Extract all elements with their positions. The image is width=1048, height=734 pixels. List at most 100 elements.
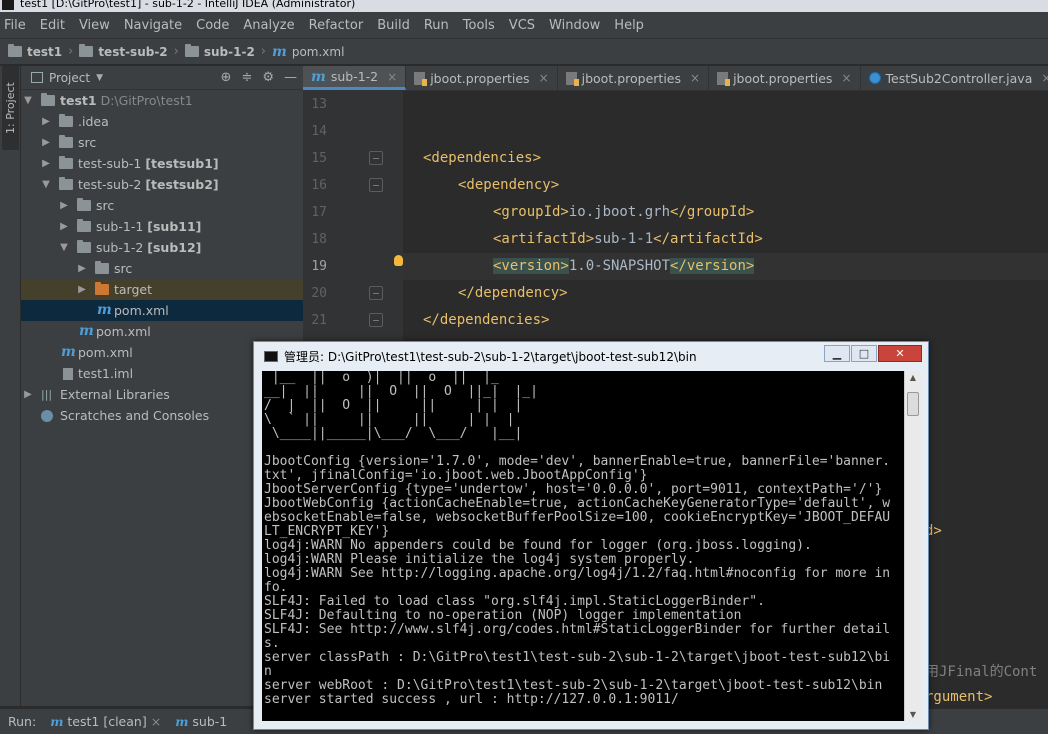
breadcrumb-test1[interactable]: test1 (8, 44, 62, 59)
tab-testsub2controller[interactable]: TestSub2Controller.java × (861, 66, 1048, 90)
fold-marker-icon[interactable] (369, 178, 383, 192)
collapsed-arrow-icon[interactable]: ▶ (23, 384, 33, 405)
project-view-selector[interactable]: Project (49, 71, 90, 85)
menu-vcs[interactable]: VCS (509, 18, 535, 33)
collapse-all-icon[interactable]: ≑ (241, 70, 252, 85)
menu-bar: File Edit View Navigate Code Analyze Ref… (0, 12, 1048, 39)
tree-item-target[interactable]: ▶ target (21, 279, 303, 300)
close-icon[interactable]: × (1041, 71, 1048, 85)
code-line-current: <version>1.0-SNAPSHOT</version> (403, 253, 1048, 280)
run-tab-sub-1[interactable]: m sub-1 (175, 714, 227, 729)
line-number: 14 (311, 124, 327, 139)
console-line: SLF4J: Failed to load class "org.slf4j.i… (264, 594, 765, 609)
collapsed-arrow-icon[interactable]: ▶ (77, 279, 87, 300)
breadcrumb-pom-xml[interactable]: m pom.xml (272, 44, 344, 60)
lightbulb-icon[interactable] (394, 255, 403, 266)
scroll-up-icon[interactable]: ▲ (905, 373, 921, 382)
hide-icon[interactable]: — (284, 70, 297, 85)
menu-window[interactable]: Window (549, 18, 600, 33)
tree-item-sub-1-2[interactable]: ▼ sub-1-2 [sub12] (21, 237, 303, 258)
menu-build[interactable]: Build (377, 18, 410, 33)
tab-sub-1-2[interactable]: m sub-1-2 × (303, 66, 407, 90)
code-line: </dependency> (458, 285, 568, 301)
line-number: 17 (311, 205, 327, 220)
collapsed-arrow-icon[interactable]: ▶ (41, 132, 51, 153)
menu-edit[interactable]: Edit (40, 18, 65, 33)
maximize-button[interactable]: □ (851, 345, 877, 362)
locate-icon[interactable]: ⊕ (221, 70, 232, 85)
menu-tools[interactable]: Tools (463, 18, 495, 33)
minimize-button[interactable]: ▁ (824, 345, 850, 362)
tab-jboot-properties[interactable]: jboot.properties × (558, 66, 710, 90)
tree-item-src[interactable]: ▶ src (21, 132, 303, 153)
properties-file-icon (717, 71, 731, 86)
properties-file-icon (414, 71, 428, 86)
properties-file-icon (565, 71, 579, 86)
tree-item-src[interactable]: ▶ src (21, 258, 303, 279)
console-line: server classPath : D:\GitPro\test1\test-… (264, 650, 891, 665)
console-line: / | || O || || | | | (264, 398, 523, 413)
menu-file[interactable]: File (4, 18, 26, 33)
close-icon[interactable]: × (387, 70, 397, 84)
breadcrumb-test-sub-2[interactable]: test-sub-2 (79, 44, 168, 59)
expanded-arrow-icon[interactable]: ▼ (41, 174, 51, 195)
module-folder-icon (59, 177, 73, 190)
collapsed-arrow-icon[interactable]: ▶ (41, 111, 51, 132)
fold-marker-icon[interactable] (369, 313, 383, 327)
tab-jboot-properties[interactable]: jboot.properties × (406, 66, 558, 90)
close-icon[interactable]: × (841, 71, 851, 85)
close-icon[interactable]: × (151, 714, 161, 729)
menu-refactor[interactable]: Refactor (309, 18, 364, 33)
breadcrumb-sub-1-2[interactable]: sub-1-2 (184, 44, 255, 59)
close-icon[interactable]: × (690, 71, 700, 85)
module-folder-icon (77, 240, 91, 253)
chevron-down-icon[interactable]: ▼ (96, 73, 103, 83)
tree-item-pom-xml[interactable]: m pom.xml (21, 321, 303, 342)
tree-item-pom-xml-selected[interactable]: m pom.xml (21, 300, 303, 321)
maven-icon: m (175, 714, 189, 729)
menu-run[interactable]: Run (424, 18, 449, 33)
window-title: test1 [D:\GitPro\test1] - sub-1-2 - Inte… (20, 0, 356, 10)
tree-item-test-sub-2[interactable]: ▼ test-sub-2 [testsub2] (21, 174, 303, 195)
maven-icon: m (79, 323, 94, 339)
collapsed-arrow-icon[interactable]: ▶ (77, 258, 87, 279)
fold-marker-icon[interactable] (369, 286, 383, 300)
tree-item-idea[interactable]: ▶ .idea (21, 111, 303, 132)
collapsed-arrow-icon[interactable]: ▶ (41, 153, 51, 174)
module-folder-icon (59, 156, 73, 169)
close-button[interactable]: ✕ (878, 345, 922, 362)
tree-item-test1[interactable]: ▼ test1 D:\GitPro\test1 (21, 90, 303, 111)
console-window[interactable]: 管理员: D:\GitPro\test1\test-sub-2\sub-1-2\… (253, 341, 929, 730)
console-line: |__ || o )| || o || |_ (264, 371, 499, 385)
folder-icon (77, 198, 91, 211)
console-title: 管理员: D:\GitPro\test1\test-sub-2\sub-1-2\… (284, 349, 697, 364)
scroll-down-icon[interactable]: ▼ (905, 710, 921, 719)
menu-navigate[interactable]: Navigate (124, 18, 182, 33)
tab-jboot-properties[interactable]: jboot.properties × (709, 66, 861, 90)
project-tool-tab[interactable]: 1: Project (2, 66, 19, 150)
line-number: 20 (311, 286, 327, 301)
expanded-arrow-icon[interactable]: ▼ (59, 237, 69, 258)
gear-icon[interactable]: ⚙ (262, 70, 274, 85)
menu-code[interactable]: Code (196, 18, 229, 33)
console-output[interactable]: |__ || o )| || o || |_ __| || || O || O |… (262, 371, 904, 721)
collapsed-arrow-icon[interactable]: ▶ (59, 216, 69, 237)
close-icon[interactable]: × (539, 71, 549, 85)
folder-icon (79, 44, 94, 57)
tree-item-src[interactable]: ▶ src (21, 195, 303, 216)
tree-item-sub-1-1[interactable]: ▶ sub-1-1 [sub11] (21, 216, 303, 237)
code-line: <dependencies> (423, 150, 542, 166)
console-scrollbar[interactable]: ▲ ▼ (904, 371, 921, 721)
menu-view[interactable]: View (79, 18, 110, 33)
menu-analyze[interactable]: Analyze (243, 18, 294, 33)
collapsed-arrow-icon[interactable]: ▶ (59, 195, 69, 216)
menu-help[interactable]: Help (614, 18, 644, 33)
scroll-thumb[interactable] (907, 392, 919, 416)
project-view-icon (31, 72, 43, 83)
run-tab-test1-clean[interactable]: m test1 [clean] × (50, 714, 161, 729)
expanded-arrow-icon[interactable]: ▼ (23, 90, 33, 111)
console-line: SLF4J: See http://www.slf4j.org/codes.ht… (264, 622, 891, 637)
folder-icon (59, 114, 73, 127)
fold-marker-icon[interactable] (369, 151, 383, 165)
tree-item-test-sub-1[interactable]: ▶ test-sub-1 [testsub1] (21, 153, 303, 174)
